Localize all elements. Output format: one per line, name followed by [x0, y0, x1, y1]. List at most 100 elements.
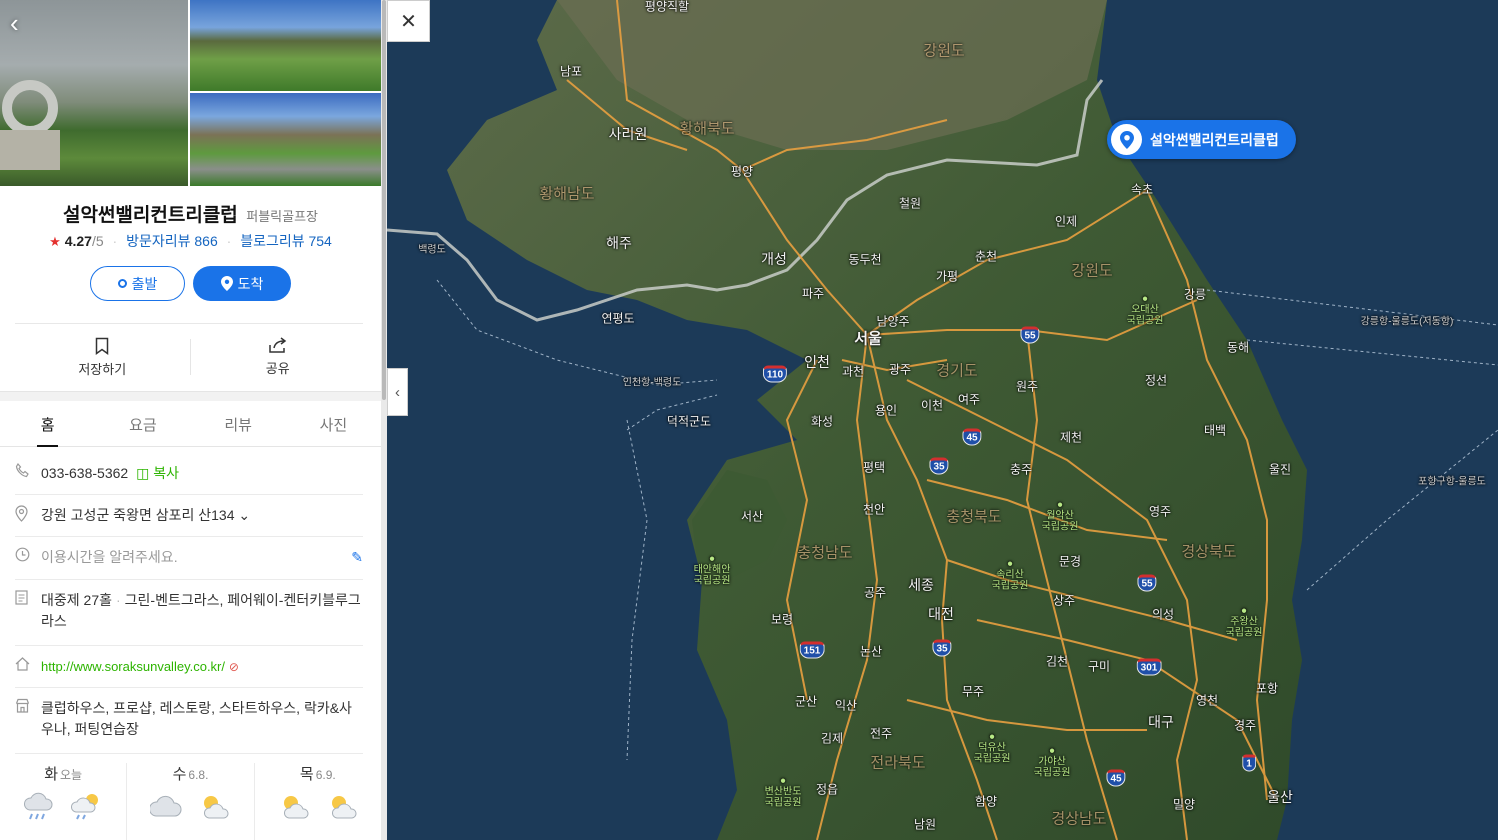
photo-thumb-1[interactable] — [190, 0, 381, 91]
map-place-label[interactable]: 평택 — [863, 459, 885, 476]
national-park-label[interactable]: ● 주왕산 국립공원 — [1226, 606, 1263, 639]
map-place-label[interactable]: 김천 — [1046, 653, 1068, 670]
map-place-label[interactable]: 원주 — [1016, 378, 1038, 395]
visitor-reviews-link[interactable]: 방문자리뷰 866 — [126, 233, 218, 249]
map-place-label[interactable]: 백령도 — [418, 241, 446, 256]
photo-gallery[interactable]: ‹ — [0, 0, 381, 186]
map-place-label[interactable]: 문경 — [1059, 553, 1081, 570]
map-place-label[interactable]: 동두천 — [848, 251, 881, 268]
map-place-label[interactable]: 평양 — [731, 163, 753, 180]
close-button[interactable]: ✕ — [387, 0, 430, 42]
map-place-label[interactable]: 상주 — [1053, 592, 1075, 609]
map-place-label[interactable]: 경주 — [1234, 717, 1256, 734]
map-place-label[interactable]: 인천 — [804, 352, 830, 372]
map-place-label[interactable]: 속초 — [1131, 181, 1153, 198]
national-park-label[interactable]: ● 속리산 국립공원 — [992, 559, 1029, 592]
place-marker[interactable]: 설악썬밸리컨트리클럽 — [1107, 120, 1296, 159]
map-place-label[interactable]: 영천 — [1196, 692, 1218, 709]
map-place-label[interactable]: 정선 — [1145, 372, 1167, 389]
map-place-label[interactable]: 강원도 — [1071, 260, 1112, 281]
collapse-panel-button[interactable]: ‹ — [387, 368, 408, 416]
map-place-label[interactable]: 충청북도 — [946, 506, 1001, 527]
map-place-label[interactable]: 덕적군도 — [667, 413, 711, 430]
map-place-label[interactable]: 이천 — [921, 397, 943, 414]
hours-placeholder[interactable]: 이용시간을 알려주세요. — [41, 547, 363, 579]
national-park-label[interactable]: ● 월악산 국립공원 — [1042, 500, 1079, 533]
map-place-label[interactable]: 개성 — [761, 249, 787, 269]
map-place-label[interactable]: 논산 — [860, 643, 882, 660]
map-place-label[interactable]: 울산 — [1267, 787, 1293, 807]
map-place-label[interactable]: 과천 — [842, 363, 864, 380]
map-place-label[interactable]: 철원 — [899, 195, 921, 212]
edit-pencil-icon[interactable]: ✎ — [351, 547, 363, 568]
national-park-label[interactable]: ● 덕유산 국립공원 — [974, 732, 1011, 765]
map-place-label[interactable]: 연평도 — [601, 310, 634, 327]
tab-photo[interactable]: 사진 — [286, 401, 381, 446]
map-place-label[interactable]: 경상북도 — [1181, 541, 1236, 562]
photo-thumb-2[interactable] — [190, 93, 381, 186]
map-place-label[interactable]: 전주 — [870, 725, 892, 742]
map-place-label[interactable]: 서산 — [741, 508, 763, 525]
map-place-label[interactable]: 군산 — [795, 693, 817, 710]
share-button[interactable]: 공유 — [191, 324, 366, 390]
map-place-label[interactable]: 해주 — [606, 233, 632, 253]
map-place-label[interactable]: 무주 — [962, 683, 984, 700]
map-place-label[interactable]: 전라북도 — [870, 752, 925, 773]
map-place-label[interactable]: 보령 — [771, 611, 793, 628]
map-place-label[interactable]: 화성 — [811, 413, 833, 430]
national-park-label[interactable]: ● 태안해안 국립공원 — [694, 554, 731, 587]
map-place-label[interactable]: 세종 — [908, 575, 934, 595]
map-place-label[interactable]: 울진 — [1269, 461, 1291, 478]
map-place-label[interactable]: 황해북도 — [679, 118, 734, 139]
map-place-label[interactable]: 김제 — [821, 730, 843, 747]
map-place-label[interactable]: 충주 — [1010, 461, 1032, 478]
tab-price[interactable]: 요금 — [95, 401, 190, 446]
tab-review[interactable]: 리뷰 — [191, 401, 286, 446]
map-place-label[interactable]: 강릉항-울릉도(저동항) — [1361, 313, 1454, 328]
tab-home[interactable]: 홈 — [0, 401, 95, 447]
map-place-label[interactable]: 의성 — [1152, 606, 1174, 623]
copy-button[interactable]: ◫ 복사 — [136, 465, 179, 481]
national-park-label[interactable]: ● 가야산 국립공원 — [1034, 746, 1071, 779]
back-arrow-icon[interactable]: ‹ — [10, 10, 19, 36]
map-place-label[interactable]: 공주 — [864, 584, 886, 601]
national-park-label[interactable]: ● 오대산 국립공원 — [1127, 294, 1164, 327]
start-button[interactable]: 출발 — [90, 266, 185, 301]
website-link[interactable]: http://www.soraksunvalley.co.kr/ — [41, 659, 225, 674]
map-place-label[interactable]: 밀양 — [1173, 796, 1195, 813]
map-place-label[interactable]: 제천 — [1060, 429, 1082, 446]
photo-main[interactable] — [0, 0, 188, 186]
map-place-label[interactable]: 용인 — [875, 402, 897, 419]
map-place-label[interactable]: 태백 — [1204, 422, 1226, 439]
map-place-label[interactable]: 강원도 — [923, 40, 964, 61]
map-place-label[interactable]: 평양직할 — [645, 0, 689, 15]
map-place-label[interactable]: 구미 — [1088, 658, 1110, 675]
map-place-label[interactable]: 동해 — [1227, 339, 1249, 356]
blog-reviews-link[interactable]: 블로그리뷰 754 — [240, 233, 332, 249]
map-place-label[interactable]: 서울 — [854, 328, 882, 349]
map-place-label[interactable]: 대구 — [1148, 712, 1174, 732]
map-place-label[interactable]: 인제 — [1055, 213, 1077, 230]
map-place-label[interactable]: 여주 — [958, 391, 980, 408]
map-place-label[interactable]: 충청남도 — [797, 542, 852, 563]
map-place-label[interactable]: 포항 — [1256, 680, 1278, 697]
map-place-label[interactable]: 사리원 — [609, 124, 648, 144]
map-place-label[interactable]: 대전 — [928, 604, 954, 624]
map-place-label[interactable]: 남포 — [560, 63, 582, 80]
map-place-label[interactable]: 천안 — [863, 501, 885, 518]
map-place-label[interactable]: 익산 — [835, 697, 857, 714]
map-place-label[interactable]: 함양 — [975, 793, 997, 810]
satellite-map[interactable]: 평양직할 강원도 남포 황해북도 사리원 평양 황해남도 철원 속초 인제 해주 백령도 개성 동두천 춘천… — [387, 0, 1498, 840]
map-place-label[interactable]: 인천항-백령도 — [623, 374, 682, 389]
map-place-label[interactable]: 광주 — [889, 361, 911, 378]
map-place-label[interactable]: 춘천 — [975, 248, 997, 265]
map-place-label[interactable]: 정읍 — [816, 781, 838, 798]
map-place-label[interactable]: 남원 — [914, 816, 936, 833]
map-place-label[interactable]: 강릉 — [1184, 286, 1206, 303]
map-place-label[interactable]: 가평 — [936, 268, 958, 285]
map-place-label[interactable]: 파주 — [802, 285, 824, 302]
map-place-label[interactable]: 포항구항-울릉도 — [1418, 473, 1486, 488]
arrive-button[interactable]: 도착 — [193, 266, 291, 301]
save-button[interactable]: 저장하기 — [15, 324, 190, 390]
address-wrap[interactable]: 강원 고성군 죽왕면 삼포리 산134 ⌄ — [41, 505, 363, 536]
